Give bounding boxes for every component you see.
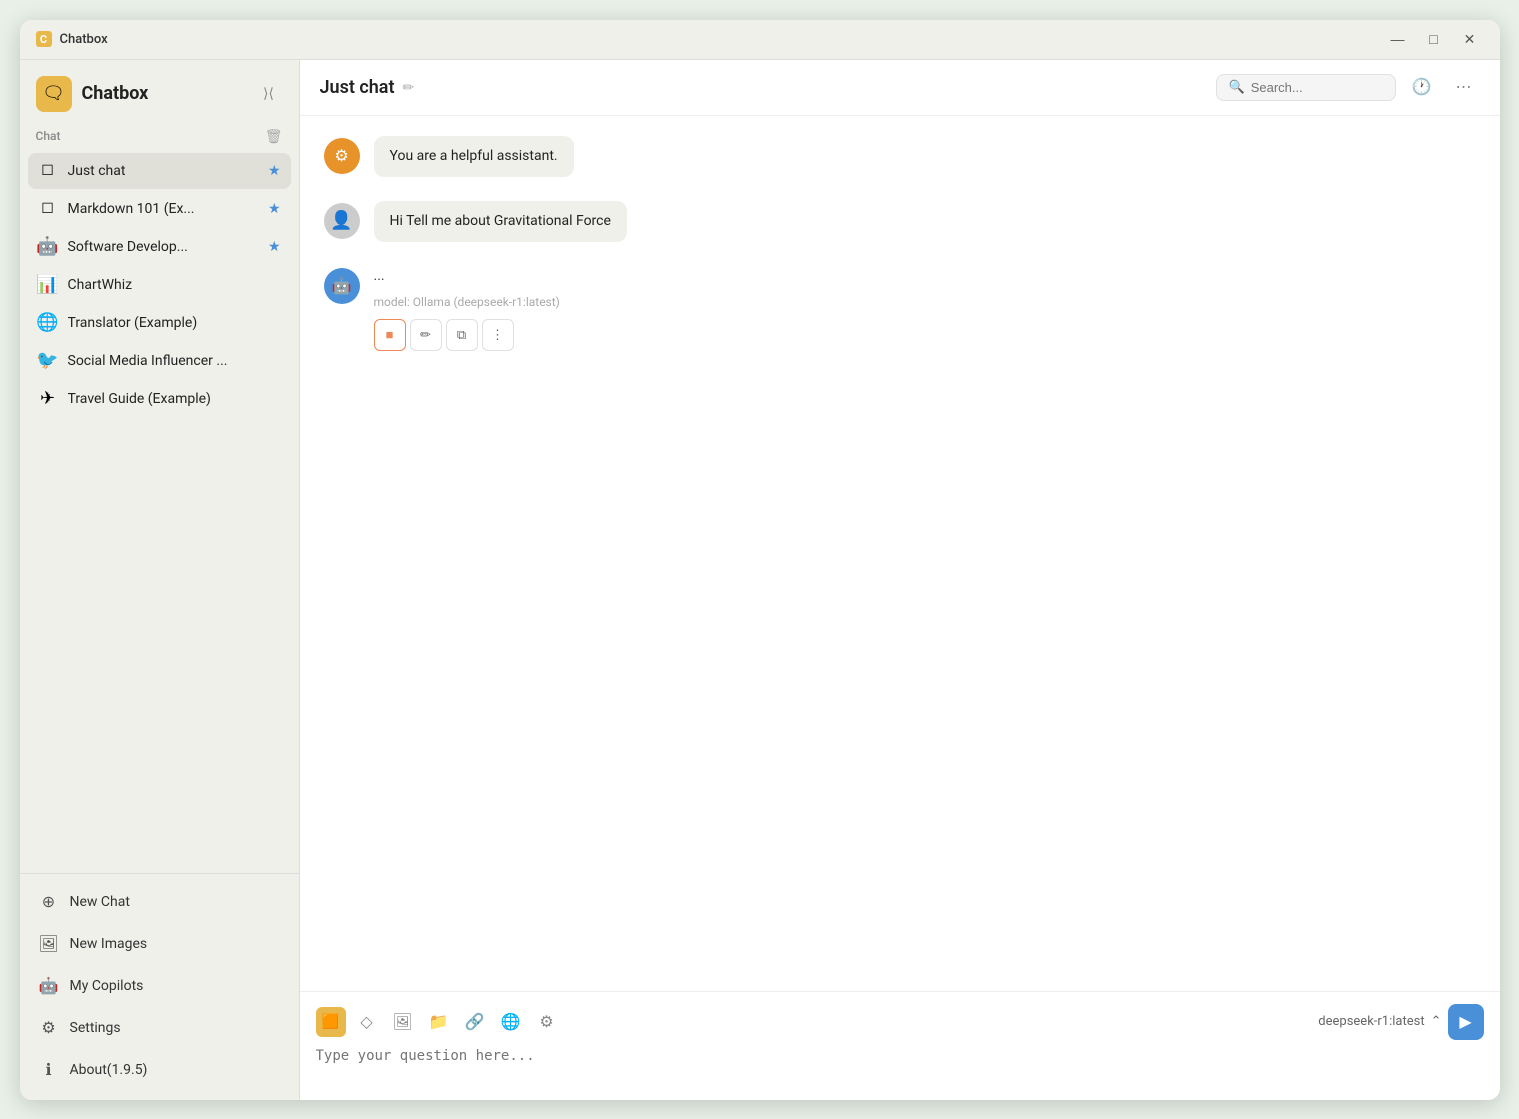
star-icon: ★ bbox=[268, 163, 281, 179]
settings-tool-button[interactable]: ⚙ bbox=[532, 1007, 562, 1037]
sidebar-item-translator[interactable]: 🌐 Translator (Example) bbox=[28, 305, 291, 341]
sidebar-item-travel-guide[interactable]: ✈ Travel Guide (Example) bbox=[28, 381, 291, 417]
stop-button[interactable]: ■ bbox=[374, 319, 406, 351]
sidebar-item-markdown-101[interactable]: ☐ Markdown 101 (Ex... ★ bbox=[28, 191, 291, 227]
user-message-bubble: Hi Tell me about Gravitational Force bbox=[374, 201, 627, 242]
sidebar-item-social-media[interactable]: 🐦 Social Media Influencer ... bbox=[28, 343, 291, 379]
edit-button[interactable]: ✏ bbox=[410, 319, 442, 351]
sidebar-item-label: Just chat bbox=[68, 163, 258, 179]
about-button[interactable]: ℹ About(1.9.5) bbox=[28, 1050, 291, 1090]
sidebar-bottom: ⊕ New Chat 🖼 New Images 🤖 My Copilots ⚙ … bbox=[20, 873, 299, 1100]
model-selector-chevron-icon: ⌃ bbox=[1431, 1014, 1442, 1029]
search-icon: 🔍 bbox=[1229, 80, 1245, 95]
eraser-tool-button[interactable]: ◇ bbox=[352, 1007, 382, 1037]
chat-input[interactable] bbox=[316, 1048, 1484, 1084]
my-copilots-button[interactable]: 🤖 My Copilots bbox=[28, 966, 291, 1006]
copilots-icon: 🤖 bbox=[38, 975, 60, 997]
sidebar-nav: ☐ Just chat ★ ☐ Markdown 101 (Ex... ★ 🤖 … bbox=[20, 149, 299, 873]
sidebar-item-label: Travel Guide (Example) bbox=[68, 391, 281, 407]
plus-circle-icon: ⊕ bbox=[38, 891, 60, 913]
titlebar-title: Chatbox bbox=[60, 32, 108, 47]
new-images-label: New Images bbox=[70, 936, 148, 952]
emoji-icon: 🌐 bbox=[38, 313, 58, 333]
sidebar-item-label: Translator (Example) bbox=[68, 315, 281, 331]
folder-tool-button[interactable]: 📁 bbox=[424, 1007, 454, 1037]
system-message-text: You are a helpful assistant. bbox=[390, 148, 558, 164]
user-message: 👤 Hi Tell me about Gravitational Force bbox=[324, 201, 1476, 242]
image-icon: 🖼 bbox=[38, 933, 60, 955]
user-avatar: 👤 bbox=[324, 203, 360, 239]
new-images-button[interactable]: 🖼 New Images bbox=[28, 924, 291, 964]
chat-title-edit-button[interactable]: ✏ bbox=[403, 79, 415, 96]
assistant-message-text: ... bbox=[374, 266, 560, 287]
sidebar-item-label: Software Develop... bbox=[68, 239, 258, 255]
search-input[interactable] bbox=[1251, 80, 1383, 95]
gear-icon: ⚙ bbox=[38, 1017, 60, 1039]
assistant-avatar: 🤖 bbox=[324, 268, 360, 304]
my-copilots-label: My Copilots bbox=[70, 978, 144, 994]
chat-area: ⚙ You are a helpful assistant. 👤 Hi Tell… bbox=[300, 116, 1500, 991]
assistant-message-content: ... model: Ollama (deepseek-r1:latest) ■… bbox=[374, 266, 560, 351]
star-icon: ★ bbox=[268, 239, 281, 255]
assistant-model-meta: model: Ollama (deepseek-r1:latest) bbox=[374, 295, 560, 309]
new-chat-label: New Chat bbox=[70, 894, 130, 910]
new-chat-button[interactable]: ⊕ New Chat bbox=[28, 882, 291, 922]
maximize-button[interactable]: □ bbox=[1420, 25, 1448, 53]
image-tool-button[interactable]: 🖼 bbox=[388, 1007, 418, 1037]
sidebar-item-label: ChartWhiz bbox=[68, 277, 281, 293]
settings-label: Settings bbox=[70, 1020, 121, 1036]
sidebar-item-label: Social Media Influencer ... bbox=[68, 353, 281, 369]
more-button[interactable]: ⋮ bbox=[482, 319, 514, 351]
link-tool-button[interactable]: 🔗 bbox=[460, 1007, 490, 1037]
emoji-icon: ✈ bbox=[38, 389, 58, 409]
chat-icon: ☐ bbox=[38, 199, 58, 219]
send-icon: ▶ bbox=[1459, 1012, 1471, 1032]
app-logo-icon: C bbox=[36, 31, 52, 47]
action-bar: ■ ✏ ⧉ ⋮ bbox=[374, 319, 560, 351]
sidebar-clear-button[interactable]: 🗑 bbox=[265, 128, 283, 145]
sidebar-section-label: Chat bbox=[36, 129, 61, 143]
sidebar-app-title: Chatbox bbox=[82, 83, 149, 104]
system-message: ⚙ You are a helpful assistant. bbox=[324, 136, 1476, 177]
close-button[interactable]: ✕ bbox=[1456, 25, 1484, 53]
emoji-icon: 📊 bbox=[38, 275, 58, 295]
model-name: deepseek-r1:latest bbox=[1318, 1014, 1424, 1029]
send-button[interactable]: ▶ bbox=[1448, 1004, 1484, 1040]
search-box[interactable]: 🔍 bbox=[1216, 74, 1396, 101]
sidebar-collapse-button[interactable]: ⟩⟨ bbox=[255, 80, 283, 108]
system-avatar: ⚙ bbox=[324, 138, 360, 174]
star-icon: ★ bbox=[268, 201, 281, 217]
emoji-icon: 🐦 bbox=[38, 351, 58, 371]
sidebar-item-software-develop[interactable]: 🤖 Software Develop... ★ bbox=[28, 229, 291, 265]
copy-button[interactable]: ⧉ bbox=[446, 319, 478, 351]
assistant-message: 🤖 ... model: Ollama (deepseek-r1:latest)… bbox=[324, 266, 1476, 351]
history-button[interactable]: 🕐 bbox=[1406, 71, 1438, 103]
web-tool-button[interactable]: 🌐 bbox=[496, 1007, 526, 1037]
user-message-text: Hi Tell me about Gravitational Force bbox=[390, 213, 611, 229]
input-area: 🟧 ◇ 🖼 📁 🔗 🌐 ⚙ deepseek-r1:latest ⌃ ▶ bbox=[300, 991, 1500, 1100]
sidebar-logo: 🗨 bbox=[36, 76, 72, 112]
model-selector[interactable]: deepseek-r1:latest ⌃ bbox=[1318, 1014, 1441, 1029]
info-icon: ℹ bbox=[38, 1059, 60, 1081]
system-message-bubble: You are a helpful assistant. bbox=[374, 136, 574, 177]
chat-icon: ☐ bbox=[38, 161, 58, 181]
emoji-icon: 🤖 bbox=[38, 237, 58, 257]
minimize-button[interactable]: — bbox=[1384, 25, 1412, 53]
sidebar-item-just-chat[interactable]: ☐ Just chat ★ bbox=[28, 153, 291, 189]
chatbox-tool-button[interactable]: 🟧 bbox=[316, 1007, 346, 1037]
settings-button[interactable]: ⚙ Settings bbox=[28, 1008, 291, 1048]
sidebar-item-label: Markdown 101 (Ex... bbox=[68, 201, 258, 217]
sidebar-item-chartwhiz[interactable]: 📊 ChartWhiz bbox=[28, 267, 291, 303]
more-options-button[interactable]: ⋯ bbox=[1448, 71, 1480, 103]
about-label: About(1.9.5) bbox=[70, 1062, 148, 1078]
chat-title: Just chat bbox=[320, 77, 395, 98]
